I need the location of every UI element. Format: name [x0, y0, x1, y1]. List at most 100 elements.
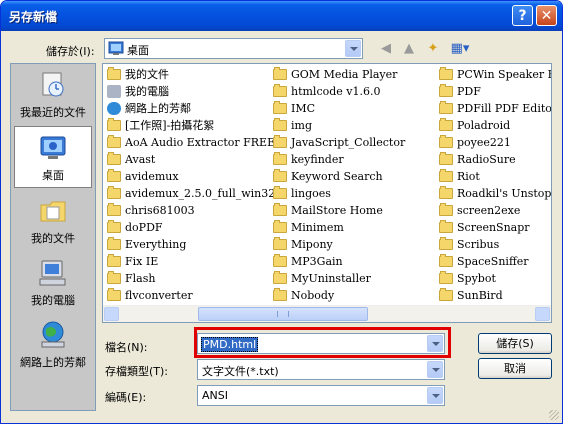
scroll-left-arrow-icon[interactable] [104, 307, 119, 321]
list-item[interactable]: lingoes [271, 185, 436, 202]
up-folder-icon[interactable]: ▲ [400, 40, 418, 58]
computer-icon [107, 85, 121, 98]
list-item[interactable]: IMC [271, 100, 436, 117]
scroll-right-arrow-icon[interactable] [535, 307, 550, 321]
list-item[interactable]: GOM Media Player [271, 66, 436, 83]
list-item[interactable]: Flash [105, 270, 270, 287]
list-item[interactable]: MyUninstaller [271, 270, 436, 287]
horizontal-scrollbar[interactable] [103, 305, 551, 322]
list-item[interactable]: PCWin Speaker Rec [437, 66, 551, 83]
folder-icon [439, 186, 453, 199]
folder-icon [273, 101, 287, 114]
list-item[interactable]: htmlcode v1.6.0 [271, 83, 436, 100]
filetype-select[interactable]: 文字文件(*.txt) [197, 359, 445, 380]
list-item[interactable]: keyfinder [271, 151, 436, 168]
place-my-computer[interactable]: 我的電腦 [11, 252, 95, 314]
view-menu-icon[interactable]: ▦▾ [448, 40, 472, 58]
list-item[interactable]: SunBird [437, 287, 551, 304]
cancel-button[interactable]: 取消 [478, 358, 552, 379]
filetype-label: 存檔類型(T): [105, 365, 169, 378]
place-label: 我的電腦 [31, 294, 75, 307]
list-item[interactable]: poyee221 [437, 134, 551, 151]
help-button[interactable]: ? [512, 5, 533, 26]
folder-icon [273, 118, 287, 131]
chevron-down-icon[interactable] [345, 40, 361, 57]
encoding-value: ANSI [202, 389, 228, 402]
close-button[interactable]: ✕ [536, 5, 557, 26]
file-list[interactable]: 我的文件 我的電腦 網路上的芳鄰 [工作照]-拍攝花絮 AoA Audio Ex… [102, 63, 552, 323]
folder-icon [107, 254, 121, 267]
list-item[interactable]: JavaScript_Collector [271, 134, 436, 151]
back-icon[interactable]: ◀ [377, 40, 395, 58]
list-item[interactable]: Scribus [437, 236, 551, 253]
list-item[interactable]: MP3Gain [271, 253, 436, 270]
list-item[interactable]: Keyword Search [271, 168, 436, 185]
list-item[interactable]: 我的電腦 [105, 83, 270, 100]
list-item[interactable]: Fix IE [105, 253, 270, 270]
list-item[interactable]: img [271, 117, 436, 134]
filename-label: 檔名(N): [105, 341, 148, 354]
list-item[interactable]: [工作照]-拍攝花絮 [105, 117, 270, 134]
chevron-down-icon[interactable] [427, 387, 443, 404]
folder-icon [273, 254, 287, 267]
list-item[interactable]: Riot [437, 168, 551, 185]
folder-icon [273, 288, 287, 301]
place-desktop[interactable]: 桌面 [14, 126, 92, 188]
list-item[interactable]: 網路上的芳鄰 [105, 100, 270, 117]
list-item[interactable]: flvconverter [105, 287, 270, 304]
list-item[interactable]: Avast [105, 151, 270, 168]
list-item[interactable]: Poladroid [437, 117, 551, 134]
chevron-down-icon[interactable] [427, 361, 443, 378]
folder-icon [107, 288, 121, 301]
list-item[interactable]: RadioSure [437, 151, 551, 168]
place-label: 我的文件 [31, 232, 75, 245]
list-item[interactable]: Minimem [271, 219, 436, 236]
network-places-icon [41, 321, 65, 348]
list-item[interactable]: 我的文件 [105, 66, 270, 83]
scroll-thumb[interactable] [198, 307, 368, 321]
list-item[interactable]: ScreenSnapr [437, 219, 551, 236]
folder-icon [273, 169, 287, 182]
list-item[interactable]: screen2exe [437, 202, 551, 219]
list-item[interactable]: Roadkil's Unstoppab [437, 185, 551, 202]
folder-icon [107, 169, 121, 182]
save-button[interactable]: 儲存(S) [478, 333, 552, 354]
list-item[interactable]: doPDF [105, 219, 270, 236]
list-item[interactable]: Everything [105, 236, 270, 253]
list-item[interactable]: PDF [437, 83, 551, 100]
window-title: 另存新檔 [9, 10, 58, 24]
save-as-dialog: 另存新檔 ? ✕ 儲存於(I): 桌面 ◀ ▲ ✦ ▦▾ 我最近的文件 桌面 我… [0, 0, 563, 424]
new-folder-icon[interactable]: ✦ [424, 40, 442, 58]
list-item[interactable]: PDFill PDF Editor [437, 100, 551, 117]
folder-icon [107, 118, 121, 131]
folder-icon [107, 220, 121, 233]
folder-icon [273, 220, 287, 233]
list-item[interactable]: SpaceSniffer [437, 253, 551, 270]
list-item[interactable]: MailStore Home [271, 202, 436, 219]
list-item[interactable]: avidemux [105, 168, 270, 185]
folder-icon [273, 237, 287, 250]
file-column-1: 我的文件 我的電腦 網路上的芳鄰 [工作照]-拍攝花絮 AoA Audio Ex… [105, 66, 275, 304]
folder-icon [439, 288, 453, 301]
encoding-label: 編碼(E): [105, 391, 147, 404]
place-recent-documents[interactable]: 我最近的文件 [11, 64, 95, 126]
place-my-documents[interactable]: 我的文件 [11, 190, 95, 252]
file-column-3: PCWin Speaker Rec PDF PDFill PDF Editor … [437, 66, 551, 304]
save-in-combo[interactable]: 桌面 [104, 38, 363, 59]
place-network-places[interactable]: 網路上的芳鄰 [11, 314, 95, 376]
folder-icon [439, 169, 453, 182]
list-item[interactable]: chris681003 [105, 202, 270, 219]
list-item[interactable]: Spybot [437, 270, 551, 287]
list-item[interactable]: Mipony [271, 236, 436, 253]
my-documents-icon [40, 201, 66, 222]
resize-grip[interactable] [549, 410, 559, 420]
places-bar: 我最近的文件 桌面 我的文件 我的電腦 網路上的芳鄰 [10, 63, 96, 411]
folder-icon [273, 271, 287, 284]
list-item[interactable]: Nobody [271, 287, 436, 304]
folder-icon [439, 101, 453, 114]
list-item[interactable]: AoA Audio Extractor FREE [105, 134, 275, 151]
encoding-select[interactable]: ANSI [197, 385, 445, 406]
title-bar[interactable]: 另存新檔 ? ✕ [1, 1, 562, 31]
list-item[interactable]: avidemux_2.5.0_full_win32 [105, 185, 275, 202]
place-label: 網路上的芳鄰 [20, 356, 86, 369]
